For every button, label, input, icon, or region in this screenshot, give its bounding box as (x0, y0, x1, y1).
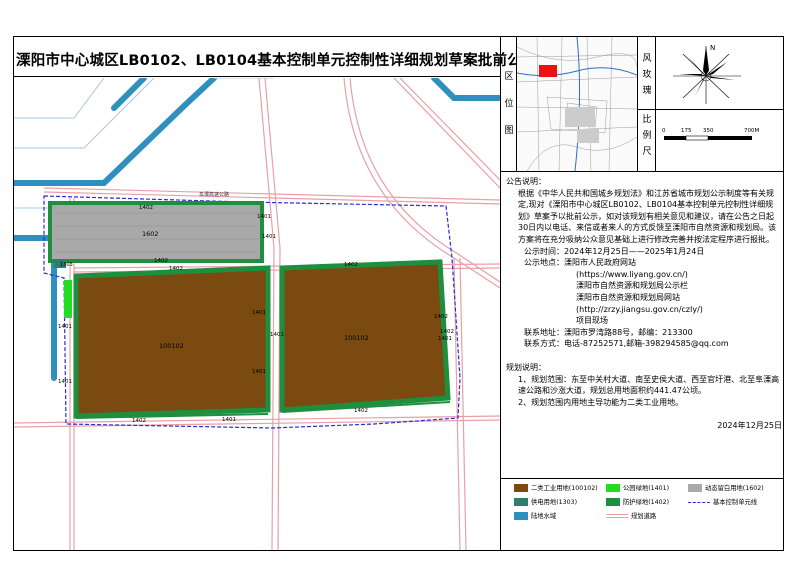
label-1401-e: 1401 (252, 310, 266, 316)
legend-item-water: 陆地水域 (514, 512, 556, 522)
scale-label-2: 例 (642, 131, 652, 141)
legend-item-park: 公园绿地(1401) (606, 484, 669, 494)
north-label: N (710, 44, 715, 52)
legend-swatch (514, 512, 528, 520)
label-1402-h: 1402 (440, 329, 454, 335)
label-1401-h: 1401 (222, 417, 236, 423)
label-1401-g: 1401 (252, 369, 266, 375)
label-1402-b: 1402 (154, 258, 168, 264)
label-1402-a: 1402 (139, 205, 153, 211)
plan-item-1: 1、规划范围：东至中关村大道、南至史侯大道、西至官圩港、北至阜溧高速公路和沙涨大… (518, 374, 780, 396)
scale-bar: 0 175 350 700M (662, 128, 759, 141)
location-right-divider (637, 36, 638, 172)
label-1303: 1303 (60, 262, 73, 268)
rose-label-1: 风 (642, 54, 652, 64)
plan-heading: 规划说明： (506, 362, 546, 372)
label-100102-east: 100102 (344, 334, 369, 342)
rose-label-3: 瑰 (642, 86, 652, 96)
header-bottom-divider (500, 171, 784, 172)
legend-item-reserve: 动态留白用地(1602) (688, 484, 764, 494)
notice-place-5: 项目现场 (576, 316, 608, 326)
label-1402-f: 1402 (132, 418, 146, 424)
label-1401-b: 1401 (262, 234, 276, 240)
location-highlight (539, 65, 557, 77)
scale-label-1: 比 (642, 115, 652, 125)
notice-place-2: 溧阳市自然资源和规划局公示栏 (576, 281, 688, 291)
parcel-1401-park (64, 280, 72, 318)
legend-item-road: 规划道路 (606, 512, 656, 522)
location-label-1: 区 (504, 72, 514, 82)
legend-swatch (514, 484, 528, 492)
notice-place-4: (http://zrzy.jiangsu.gov.cn/czly/) (576, 304, 703, 314)
notice-panel: 公告说明： 根据《中华人民共和国城乡规划法》和江苏省城市规划公示制度等有关规定,… (506, 176, 782, 432)
legend-item-buffer: 防护绿地(1402) (606, 498, 669, 508)
legend-item-industrial: 二类工业用地(100102) (514, 484, 598, 494)
notice-address: 联系地址：溧阳市罗湾路88号，邮编：213300 (524, 327, 693, 337)
location-label-3: 图 (504, 126, 514, 136)
label-1402-c: 1402 (169, 266, 183, 272)
notice-date: 2024年12月25日 (717, 421, 782, 431)
notice-place-3: 溧阳市自然资源和规划局网站 (576, 292, 680, 302)
legend-swatch (688, 484, 702, 492)
label-1402-g: 1402 (354, 408, 368, 414)
notice-period: 公示时间：2024年12月25日——2025年1月24日 (524, 246, 705, 256)
scale-tick-0: 0 (662, 128, 666, 134)
wind-rose-icon: N (673, 44, 741, 104)
legend-item-power: 供电用地(1303) (514, 498, 577, 508)
label-1401-c: 1401 (58, 324, 72, 330)
label-100102-west: 100102 (159, 342, 184, 350)
scale-tick-175: 175 (681, 128, 692, 134)
notice-place-1: (https://www.liyang.gov.cn/) (576, 269, 688, 279)
title-divider (13, 76, 501, 77)
notice-heading: 公告说明： (506, 177, 546, 186)
label-road: 阜溧高速公路 (199, 191, 229, 198)
plan-item-2: 2、规划范围内用地主导功能为二类工业用地。 (518, 397, 684, 407)
notice-place-label: 公示地点：溧阳市人民政府网站 (524, 258, 636, 268)
rose-scale-divider (637, 109, 784, 110)
label-1401-f: 1401 (270, 332, 284, 338)
legend-swatch (606, 514, 628, 518)
legend: 二类工业用地(100102) 公园绿地(1401) 动态留白用地(1602) 供… (506, 480, 782, 550)
label-1602: 1602 (142, 230, 159, 238)
legend-top-divider (500, 478, 784, 479)
location-label-2: 位 (504, 99, 514, 109)
scale-tick-700: 700M (744, 128, 759, 134)
page-title: 溧阳市中心城区LB0102、LB0104基本控制单元控制性详细规划草案批前公示 (16, 53, 537, 69)
legend-swatch (514, 498, 528, 506)
label-1402-e: 1402 (434, 314, 448, 320)
scale-label-3: 尺 (642, 147, 652, 157)
rose-label-2: 玫 (642, 70, 652, 80)
rose-label-divider (655, 36, 656, 172)
label-1401-a: 1401 (257, 214, 271, 220)
notice-contact: 联系方式：电话-87252571,邮箱-398294585@qq.com (524, 339, 729, 349)
map-right-divider (500, 36, 501, 551)
legend-swatch (606, 484, 620, 492)
location-map (517, 37, 637, 171)
plan-map: 阜溧高速公路 1602 100102 100102 1402 1402 1402… (14, 78, 500, 550)
scale-tick-350: 350 (703, 128, 714, 134)
legend-swatch (688, 501, 710, 503)
notice-body: 根据《中华人民共和国城乡规划法》和江苏省城市规划公示制度等有关规定,现对《溧阳市… (518, 188, 777, 244)
label-1401-d: 1401 (58, 379, 72, 385)
label-1402-d: 1402 (344, 262, 358, 268)
label-1401-i: 1401 (438, 336, 452, 342)
legend-item-unit-line: 基本控制单元线 (688, 498, 757, 508)
legend-swatch (606, 498, 620, 506)
